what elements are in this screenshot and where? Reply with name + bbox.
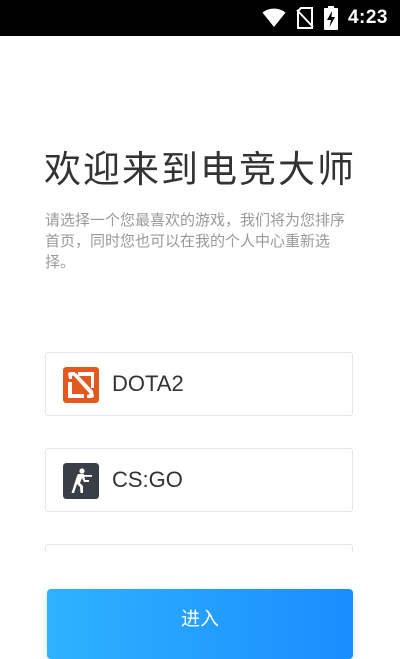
status-icons: 4:23 bbox=[262, 0, 388, 36]
wifi-icon bbox=[262, 8, 286, 28]
battery-charging-icon bbox=[323, 6, 338, 30]
game-name: DOTA2 bbox=[112, 371, 184, 396]
game-item-csgo[interactable]: CS:GO bbox=[45, 448, 353, 512]
csgo-logo-icon bbox=[63, 463, 99, 499]
status-bar: 4:23 bbox=[0, 0, 400, 36]
no-sim-icon bbox=[296, 7, 314, 29]
status-time: 4:23 bbox=[347, 7, 388, 28]
game-list[interactable]: DOTA2 CS:GO bbox=[0, 344, 400, 552]
game-name: CS:GO bbox=[112, 467, 183, 492]
welcome-title: 欢迎来到电竞大师 bbox=[44, 148, 356, 191]
dota2-logo-icon bbox=[63, 367, 99, 403]
game-item-partial[interactable] bbox=[45, 544, 353, 552]
game-item-dota2[interactable]: DOTA2 bbox=[45, 352, 353, 416]
enter-button[interactable]: 进入 bbox=[47, 589, 353, 659]
welcome-description: 请选择一个您最喜欢的游戏，我们将为您排序首页，同时您也可以在我的个人中心重新选择… bbox=[45, 211, 346, 271]
